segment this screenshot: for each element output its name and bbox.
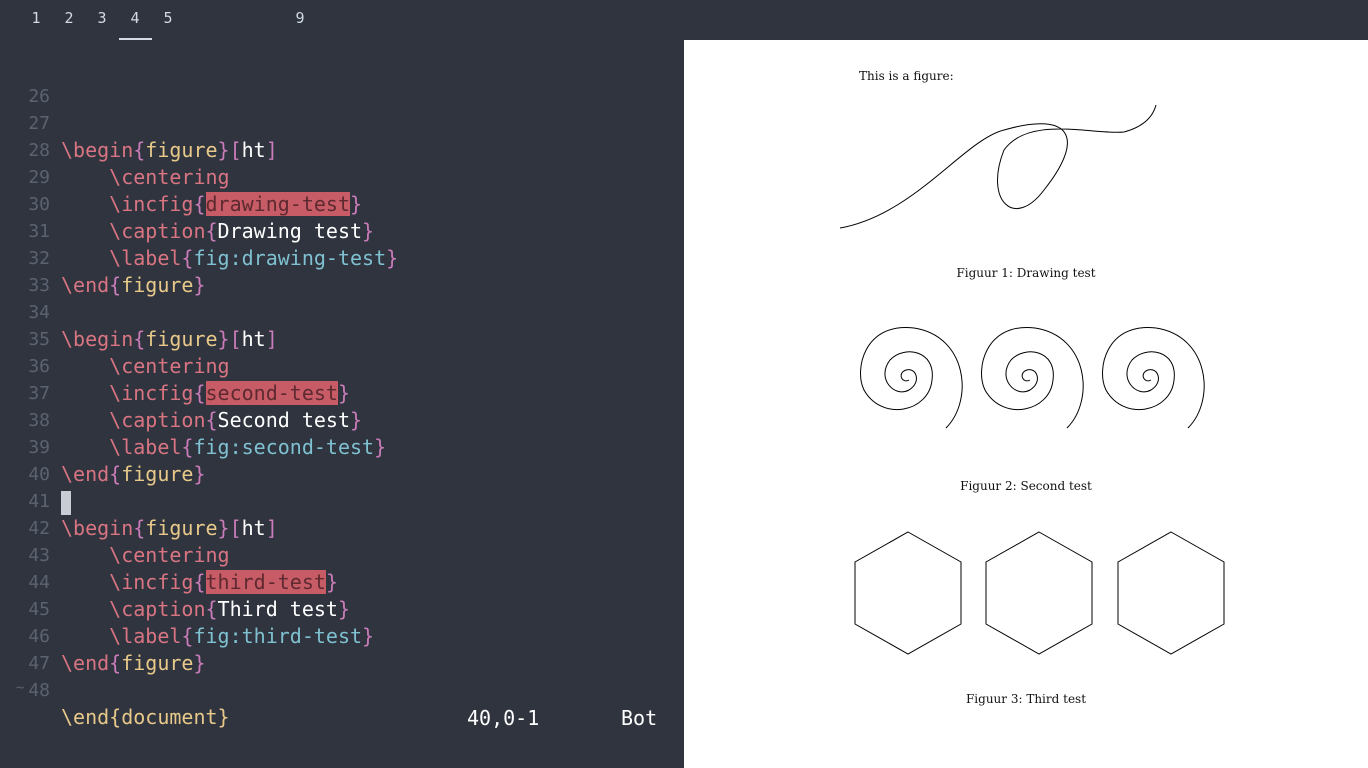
hexagon-2 — [985, 531, 1093, 655]
editor-line: 41 \begin{figure}[ht] — [0, 461, 684, 540]
editor-line: 31 \label{fig:drawing-test} — [0, 191, 684, 270]
tex-command: \end — [61, 705, 110, 729]
figure-caption-1: Figuur 1: Drawing test — [956, 266, 1096, 280]
drawing-test-curve — [839, 104, 1157, 229]
editor-line: 27 \begin{figure}[ht] — [0, 83, 684, 162]
pdf-viewer[interactable]: This is a figure: Figuur 1: Drawing test… — [684, 40, 1368, 768]
editor-line: 28 \centering — [0, 110, 684, 189]
editor-line: 26 — [0, 56, 684, 107]
editor-line: 39 \end{figure} — [0, 407, 684, 486]
editor-line: 38 \label{fig:second-test} — [0, 380, 684, 459]
editor-line: 29 \incfig{drawing-test} — [0, 137, 684, 216]
brace: } — [217, 705, 230, 729]
editor-line: 45 \label{fig:third-test} — [0, 569, 684, 648]
figure-caption-3: Figuur 3: Third test — [965, 692, 1087, 706]
editor-line: 42 \centering — [0, 488, 684, 567]
workspace-5[interactable]: 5 — [158, 9, 178, 27]
empty-line-marker: ~ — [16, 680, 25, 696]
editor-line: 43 \incfig{third-test} — [0, 515, 684, 594]
cursor-position: 40,0-1 — [467, 706, 540, 730]
env-name: document — [121, 705, 218, 729]
hexagon-3 — [1117, 531, 1225, 655]
editor-line: 35 \centering — [0, 299, 684, 378]
spiral-1 — [860, 327, 963, 429]
figure-caption-2: Figuur 2: Second test — [960, 479, 1092, 493]
spiral-2 — [981, 327, 1084, 429]
workspace-2[interactable]: 2 — [59, 9, 79, 27]
line-number: 48 — [28, 680, 50, 701]
spiral-3 — [1102, 327, 1205, 429]
editor-line: 33 — [0, 245, 684, 296]
editor-line: 44 \caption{Third test} — [0, 542, 684, 621]
workspace-bar: 1 2 3 4 5 9 — [0, 0, 1368, 40]
editor-line: 36 \incfig{second-test} — [0, 326, 684, 405]
editor-line: 48 \end{document} — [0, 650, 684, 729]
workspace-4-active[interactable]: 4 — [125, 9, 145, 27]
editor-line-current: 40 — [0, 434, 684, 515]
editor-line: 32 \end{figure} — [0, 218, 684, 297]
editor-line: 30 \caption{Drawing test} — [0, 164, 684, 243]
editor-line: 34 \begin{figure}[ht] — [0, 272, 684, 351]
editor-line: 37 \caption{Second test} — [0, 353, 684, 432]
scroll-indicator: Bot — [621, 706, 658, 730]
hexagon-1 — [854, 531, 962, 655]
editor-line: 47 — [0, 623, 684, 674]
brace: { — [109, 705, 122, 729]
vim-editor[interactable]: 26 27 \begin{figure}[ht] 28 \centering 2… — [0, 40, 684, 768]
workspace-9[interactable]: 9 — [290, 9, 310, 27]
figure-drawings — [839, 104, 1225, 655]
workspace-1[interactable]: 1 — [26, 9, 46, 27]
editor-line: 46 \end{figure} — [0, 596, 684, 675]
workspace-3[interactable]: 3 — [92, 9, 112, 27]
